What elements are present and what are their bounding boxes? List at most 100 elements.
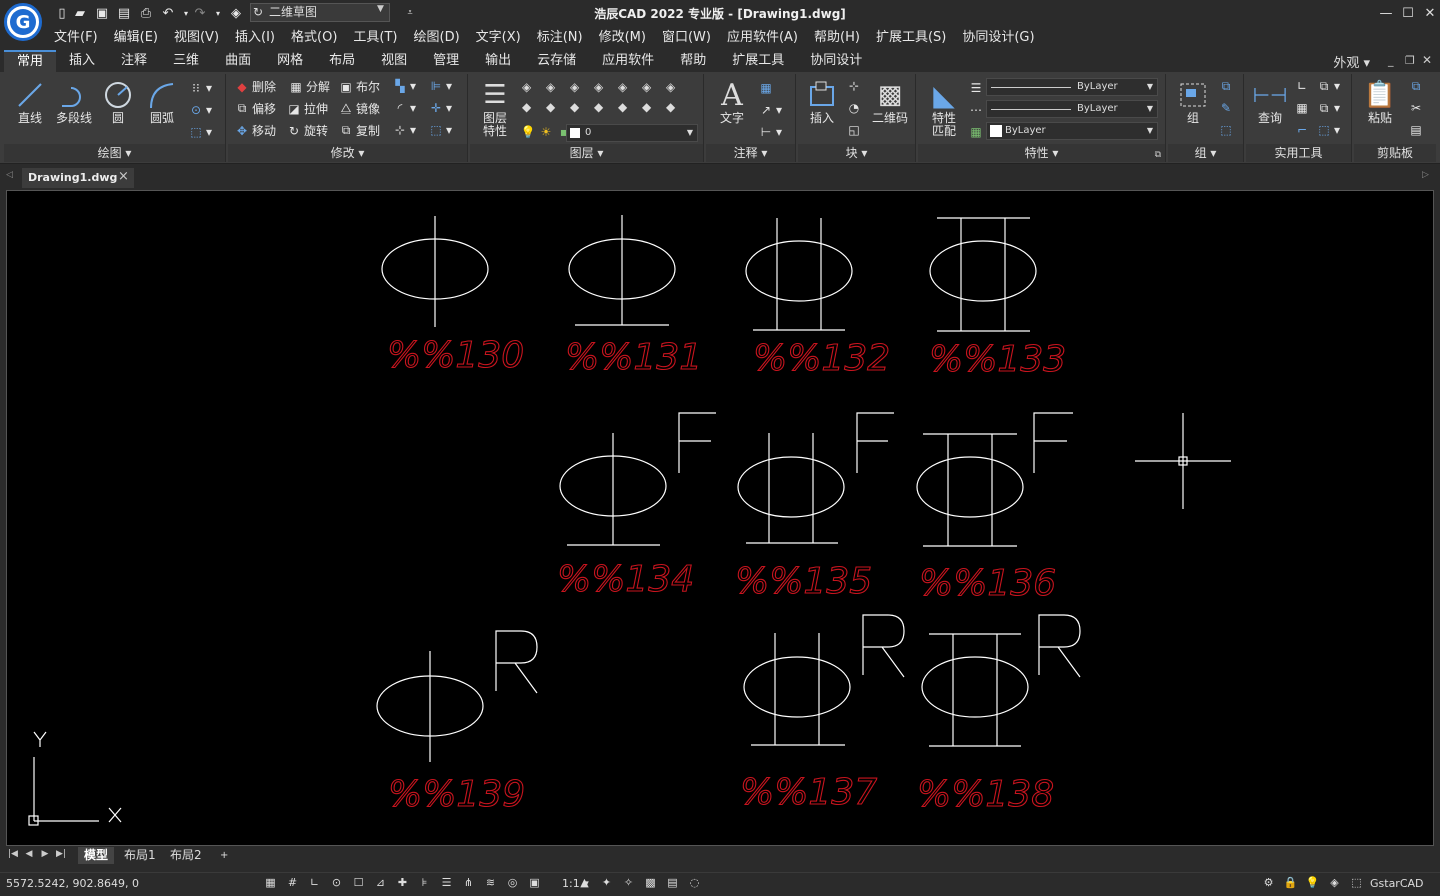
- hatch-dots-button[interactable]: ⁝⁝ ▾: [188, 80, 212, 96]
- coordinates-readout[interactable]: 5572.5242, 902.8649, 0: [6, 877, 139, 890]
- ellipse-button[interactable]: ⊙ ▾: [188, 102, 212, 118]
- qrcode-button[interactable]: ▩ 二维码: [868, 78, 912, 125]
- tab-insert[interactable]: 插入: [56, 50, 108, 72]
- color-dropdown[interactable]: ByLayer ▼: [986, 78, 1158, 96]
- minimize-button[interactable]: —: [1374, 4, 1398, 24]
- create-block-button[interactable]: ⊹: [846, 78, 864, 94]
- offset-button[interactable]: ⧉ 偏移: [234, 100, 276, 117]
- status-toggle-icon[interactable]: ▦: [262, 875, 279, 891]
- polyline-button[interactable]: 多段线: [52, 78, 96, 125]
- status-toggle-icon[interactable]: ✦: [598, 875, 615, 891]
- status-toggle-icon[interactable]: ▣: [526, 875, 543, 891]
- tab-collaboration[interactable]: 协同设计: [797, 50, 875, 72]
- status-toggle-icon[interactable]: ▲: [576, 875, 593, 891]
- layer-tool-icon[interactable]: ◈: [522, 80, 531, 94]
- settings-gear-icon[interactable]: ⚙: [1260, 875, 1277, 891]
- leader-button[interactable]: ↗ ▾: [758, 102, 782, 118]
- lock-ui-icon[interactable]: 🔒: [1282, 875, 1299, 891]
- layout-tab-model[interactable]: 模型: [78, 847, 115, 864]
- diameter-code-label[interactable]: %%139: [387, 773, 525, 815]
- appearance-menu[interactable]: 外观 ▾: [1333, 52, 1370, 71]
- table-button[interactable]: ▦: [758, 80, 776, 96]
- status-toggle-icon[interactable]: ∟: [306, 875, 323, 891]
- mirror-button[interactable]: ⧋ 镜像: [338, 100, 380, 117]
- layer-tool-icon[interactable]: ◈: [618, 80, 627, 94]
- status-toggle-icon[interactable]: ▤: [664, 875, 681, 891]
- query-button[interactable]: ⊢⊣ 查询: [1250, 78, 1290, 125]
- menu-format[interactable]: 格式(O): [283, 28, 345, 48]
- layout-first-icon[interactable]: |◀: [6, 849, 20, 859]
- layer-properties-button[interactable]: ☰ 图层 特性: [474, 78, 516, 138]
- menu-view[interactable]: 视图(V): [166, 28, 227, 48]
- layer-tool-icon[interactable]: ◆: [642, 100, 651, 114]
- tab-annotate[interactable]: 注释: [108, 50, 160, 72]
- id-point-button[interactable]: ⧉ ▾: [1316, 78, 1340, 94]
- menu-insert[interactable]: 插入(I): [227, 28, 283, 48]
- isolate-objects-icon[interactable]: ◈: [1326, 875, 1343, 891]
- layer-tool-icon[interactable]: ◆: [522, 100, 531, 114]
- diameter-symbol-135[interactable]: [737, 412, 894, 544]
- diameter-code-label[interactable]: %%134: [556, 558, 694, 600]
- panel-layers-title[interactable]: 图层 ▾: [470, 144, 703, 162]
- group-edit-button[interactable]: ✎: [1218, 100, 1236, 116]
- tab-output[interactable]: 输出: [472, 50, 524, 72]
- match-properties-button[interactable]: ◣ 特性 匹配: [924, 78, 964, 138]
- calculator-button[interactable]: ▦: [1294, 100, 1312, 116]
- status-toggle-icon[interactable]: ⊙: [328, 875, 345, 891]
- clean-screen-icon[interactable]: ⬚: [1348, 875, 1365, 891]
- status-toggle-icon[interactable]: ◌: [686, 875, 703, 891]
- tab-manage[interactable]: 管理: [420, 50, 472, 72]
- arc-button[interactable]: 圆弧: [142, 78, 182, 125]
- ribbon-minimize-icon[interactable]: _: [1388, 54, 1394, 67]
- line-button[interactable]: 直线: [10, 78, 50, 125]
- erase-button[interactable]: ◆ 删除: [234, 78, 276, 95]
- tab-surface[interactable]: 曲面: [212, 50, 264, 72]
- hardware-accel-icon[interactable]: 💡: [1304, 875, 1321, 891]
- scale-button[interactable]: ✛ ▾: [428, 100, 452, 116]
- diameter-code-label[interactable]: %%135: [734, 560, 872, 602]
- status-toggle-icon[interactable]: ☰: [438, 875, 455, 891]
- properties-launcher-icon[interactable]: ⧉: [1155, 150, 1161, 160]
- menu-file[interactable]: 文件(F): [46, 28, 106, 48]
- drawing-canvas[interactable]: %%130 %%131 %%132 %%133 %%134 %%135 %%136 %%139…: [6, 190, 1434, 846]
- array-button[interactable]: ▚ ▾: [392, 78, 416, 94]
- text-button[interactable]: A 文字: [712, 78, 752, 125]
- diameter-code-label[interactable]: %%131: [564, 336, 702, 378]
- select-filter-button[interactable]: ⬚ ▾: [1316, 122, 1340, 138]
- doc-scroll-right-icon[interactable]: ▷: [1422, 170, 1429, 180]
- copy-doc-button[interactable]: ▤: [1408, 122, 1426, 138]
- panel-block-title[interactable]: 块 ▾: [798, 144, 915, 162]
- circle-button[interactable]: 圆: [100, 78, 136, 125]
- layer-dropdown[interactable]: 0 ▼: [566, 124, 698, 142]
- status-toggle-icon[interactable]: ⊿: [372, 875, 389, 891]
- lightbulb-icon[interactable]: 💡: [520, 124, 536, 140]
- tab-help[interactable]: 帮助: [667, 50, 719, 72]
- panel-draw-title[interactable]: 绘图 ▾: [4, 144, 225, 162]
- layer-tool-icon[interactable]: ◆: [618, 100, 627, 114]
- stretch-button[interactable]: ◪ 拉伸: [286, 100, 328, 117]
- diameter-code-label[interactable]: %%137: [739, 771, 877, 813]
- diameter-symbol-132[interactable]: [745, 218, 853, 331]
- diameter-symbol-133[interactable]: [929, 217, 1037, 332]
- coordinate-button[interactable]: ∟: [1294, 78, 1312, 94]
- group-button[interactable]: 组: [1172, 78, 1214, 125]
- diameter-symbol-136[interactable]: [916, 412, 1073, 547]
- join-button[interactable]: ⬚ ▾: [428, 122, 452, 138]
- ribbon-restore-icon[interactable]: ❐: [1405, 54, 1415, 67]
- layer-tool-icon[interactable]: ◆: [570, 100, 579, 114]
- linetype-dropdown[interactable]: ByLayer ▼: [986, 100, 1158, 118]
- status-toggle-icon[interactable]: ⋔: [460, 875, 477, 891]
- status-toggle-icon[interactable]: ☐: [350, 875, 367, 891]
- group-select-button[interactable]: ⬚: [1218, 122, 1236, 138]
- menu-help[interactable]: 帮助(H): [806, 28, 868, 48]
- quick-select-button[interactable]: ⧉ ▾: [1316, 100, 1340, 116]
- menu-collaboration[interactable]: 协同设计(G): [954, 28, 1042, 48]
- dimension-button[interactable]: ⊢ ▾: [758, 124, 782, 140]
- tab-view[interactable]: 视图: [368, 50, 420, 72]
- ungroup-button[interactable]: ⧉: [1218, 78, 1236, 94]
- diameter-code-label[interactable]: %%132: [752, 337, 890, 379]
- copy-button[interactable]: ⧉ 复制: [338, 122, 380, 139]
- layout-tab-layout2[interactable]: 布局2: [164, 847, 208, 864]
- tab-mesh[interactable]: 网格: [264, 50, 316, 72]
- panel-annotation-title[interactable]: 注释 ▾: [706, 144, 795, 162]
